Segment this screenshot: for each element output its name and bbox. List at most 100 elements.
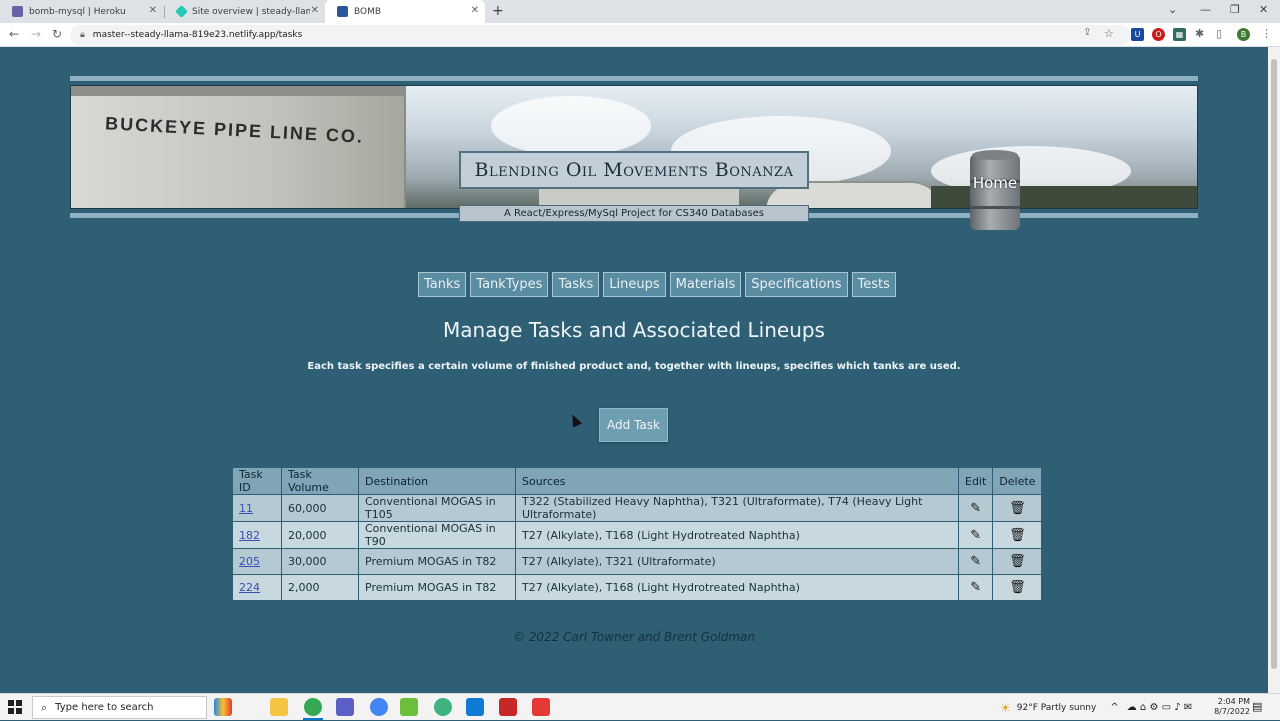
tab-title: bomb-mysql | Heroku (29, 6, 126, 17)
browser-tab-heroku[interactable]: bomb-mysql | Heroku ✕ (0, 0, 163, 23)
more-menu-icon[interactable]: ⋮ (1261, 27, 1272, 40)
close-tab-icon[interactable]: ✕ (149, 5, 157, 16)
restore-icon[interactable]: ❐ (1230, 3, 1240, 16)
site-title: Blending Oil Movements Bonanza (459, 151, 809, 189)
banner-top-rule (70, 76, 1198, 81)
nav-materials[interactable]: Materials (669, 272, 742, 297)
task-sources: T27 (Alkylate), T321 (Ultraformate) (515, 548, 959, 575)
task-id-link[interactable]: 205 (239, 555, 260, 568)
taskbar-search-box[interactable]: ⌕ Type here to search (32, 696, 207, 719)
nav-tanks[interactable]: Tanks (418, 272, 467, 297)
extensions-puzzle-icon[interactable]: ✱ (1195, 27, 1204, 40)
file-explorer-icon[interactable] (270, 698, 288, 716)
lock-icon: 🔒︎ (80, 30, 85, 40)
tab-search-chevron-icon[interactable]: ⌄ (1168, 3, 1177, 16)
task-destination: Premium MOGAS in T82 (358, 574, 516, 601)
extension-grid-icon[interactable]: ▦ (1173, 28, 1186, 41)
nav-tasks[interactable]: Tasks (552, 272, 600, 297)
nav-lineups[interactable]: Lineups (603, 272, 666, 297)
acrobat-icon[interactable] (499, 698, 517, 716)
pencil-icon[interactable]: ✎ (957, 574, 994, 601)
pencil-icon[interactable]: ✎ (957, 548, 994, 575)
task-sources: T322 (Stabilized Heavy Naphtha), T321 (U… (515, 494, 959, 522)
scrollbar-thumb[interactable] (1271, 59, 1277, 669)
page-title: Manage Tasks and Associated Lineups (443, 318, 825, 342)
bitwarden-extension-icon[interactable]: U (1131, 28, 1144, 41)
nav-tanktypes[interactable]: TankTypes (470, 272, 549, 297)
teams-icon[interactable] (336, 698, 354, 716)
nav-tests[interactable]: Tests (851, 272, 896, 297)
close-tab-icon[interactable]: ✕ (471, 5, 479, 16)
task-id-link[interactable]: 11 (239, 502, 253, 515)
tab-title: BOMB (354, 6, 382, 17)
url-text: master--steady-llama-819e23.netlify.app/… (92, 30, 303, 40)
trash-icon[interactable]: 🗑︎ (992, 548, 1043, 575)
weather-text[interactable]: 92°F Partly sunny (1017, 703, 1097, 713)
pencil-icon[interactable]: ✎ (957, 521, 994, 549)
sidebar-icon[interactable]: ▯ (1216, 27, 1222, 40)
widgets-app-icon[interactable] (214, 698, 232, 716)
page-footer: © 2022 Carl Towner and Brent Goldman (512, 630, 756, 644)
taskbar-clock[interactable]: 2:04 PM 8/7/2022 (1200, 697, 1250, 717)
header-sources: Sources (515, 467, 959, 495)
tray-chevron-icon[interactable]: ^ (1110, 702, 1118, 713)
table-row: 11 60,000 Conventional MOGAS in T105 T32… (232, 494, 1043, 522)
close-tab-icon[interactable]: ✕ (311, 5, 319, 16)
pencil-icon[interactable]: ✎ (957, 494, 994, 522)
notifications-icon[interactable]: ▤ (1252, 700, 1262, 713)
vertical-scrollbar[interactable] (1268, 47, 1280, 693)
reload-icon[interactable]: ↻ (52, 27, 62, 41)
browser-tab-netlify[interactable]: Site overview | steady-llama-819e23 ✕ (165, 0, 325, 23)
forward-arrow-icon[interactable]: → (31, 27, 41, 41)
windows-start-icon[interactable] (8, 700, 22, 714)
clock-date: 8/7/2022 (1214, 707, 1250, 716)
trash-icon[interactable]: 🗑︎ (992, 574, 1043, 601)
tray-icons[interactable]: ☁ ⌂ ⚙ ▭ ♪ ✉ (1127, 702, 1192, 713)
bookmark-star-icon[interactable]: ☆ (1104, 27, 1114, 40)
app-icon[interactable] (400, 698, 418, 716)
share-icon[interactable]: ⇪ (1083, 27, 1091, 38)
app-icon[interactable] (434, 698, 452, 716)
home-label: Home (972, 174, 1018, 192)
opera-extension-icon[interactable]: O (1152, 28, 1165, 41)
back-arrow-icon[interactable]: ← (9, 27, 19, 41)
trash-icon[interactable]: 🗑︎ (992, 521, 1043, 549)
tasks-table: Task ID Task Volume Destination Sources … (232, 467, 1043, 601)
chrome-icon[interactable] (304, 698, 322, 716)
add-task-button[interactable]: Add Task (599, 408, 668, 442)
tab-title: Site overview | steady-llama-819e23 (192, 6, 310, 17)
header-edit: Edit (957, 467, 994, 495)
task-sources: T27 (Alkylate), T168 (Light Hydrotreated… (515, 574, 959, 601)
task-id-link[interactable]: 224 (239, 581, 260, 594)
header-task-id: Task ID (232, 467, 282, 495)
minimize-icon[interactable]: — (1200, 3, 1211, 16)
chrome-profile-icon[interactable] (370, 698, 388, 716)
browser-tab-bomb[interactable]: BOMB ✕ (325, 0, 485, 23)
task-destination: Conventional MOGAS in T105 (358, 494, 516, 522)
browser-toolbar: ← → ↻ 🔒︎ master--steady-llama-819e23.net… (0, 23, 1280, 47)
address-bar[interactable]: 🔒︎ master--steady-llama-819e23.netlify.a… (70, 25, 1130, 45)
task-volume: 2,000 (281, 574, 359, 601)
task-destination: Premium MOGAS in T82 (358, 548, 516, 575)
new-tab-button[interactable]: + (492, 3, 504, 19)
profile-avatar[interactable]: B (1237, 28, 1250, 41)
table-row: 182 20,000 Conventional MOGAS in T90 T27… (232, 521, 1043, 549)
header-destination: Destination (358, 467, 516, 495)
trash-icon[interactable]: 🗑︎ (992, 494, 1043, 522)
windows-taskbar: ⌕ Type here to search ☀ 92°F Partly sunn… (0, 693, 1280, 720)
weather-sun-icon: ☀ (1000, 700, 1011, 715)
system-tray: ☀ 92°F Partly sunny ^ ☁ ⌂ ⚙ ▭ ♪ ✉ (1000, 694, 1192, 721)
task-volume: 20,000 (281, 521, 359, 549)
nav-specifications[interactable]: Specifications (745, 272, 848, 297)
task-destination: Conventional MOGAS in T90 (358, 521, 516, 549)
clock-time: 2:04 PM (1217, 697, 1250, 706)
home-barrel-button[interactable]: Home (970, 150, 1020, 232)
table-row: 205 30,000 Premium MOGAS in T82 T27 (Alk… (232, 548, 1043, 575)
header-delete: Delete (992, 467, 1043, 495)
vscode-icon[interactable] (466, 698, 484, 716)
task-id-link[interactable]: 182 (239, 529, 260, 542)
app-icon[interactable] (532, 698, 550, 716)
page-description: Each task specifies a certain volume of … (307, 361, 961, 372)
table-row: 224 2,000 Premium MOGAS in T82 T27 (Alky… (232, 574, 1043, 601)
close-window-icon[interactable]: ✕ (1259, 3, 1268, 16)
